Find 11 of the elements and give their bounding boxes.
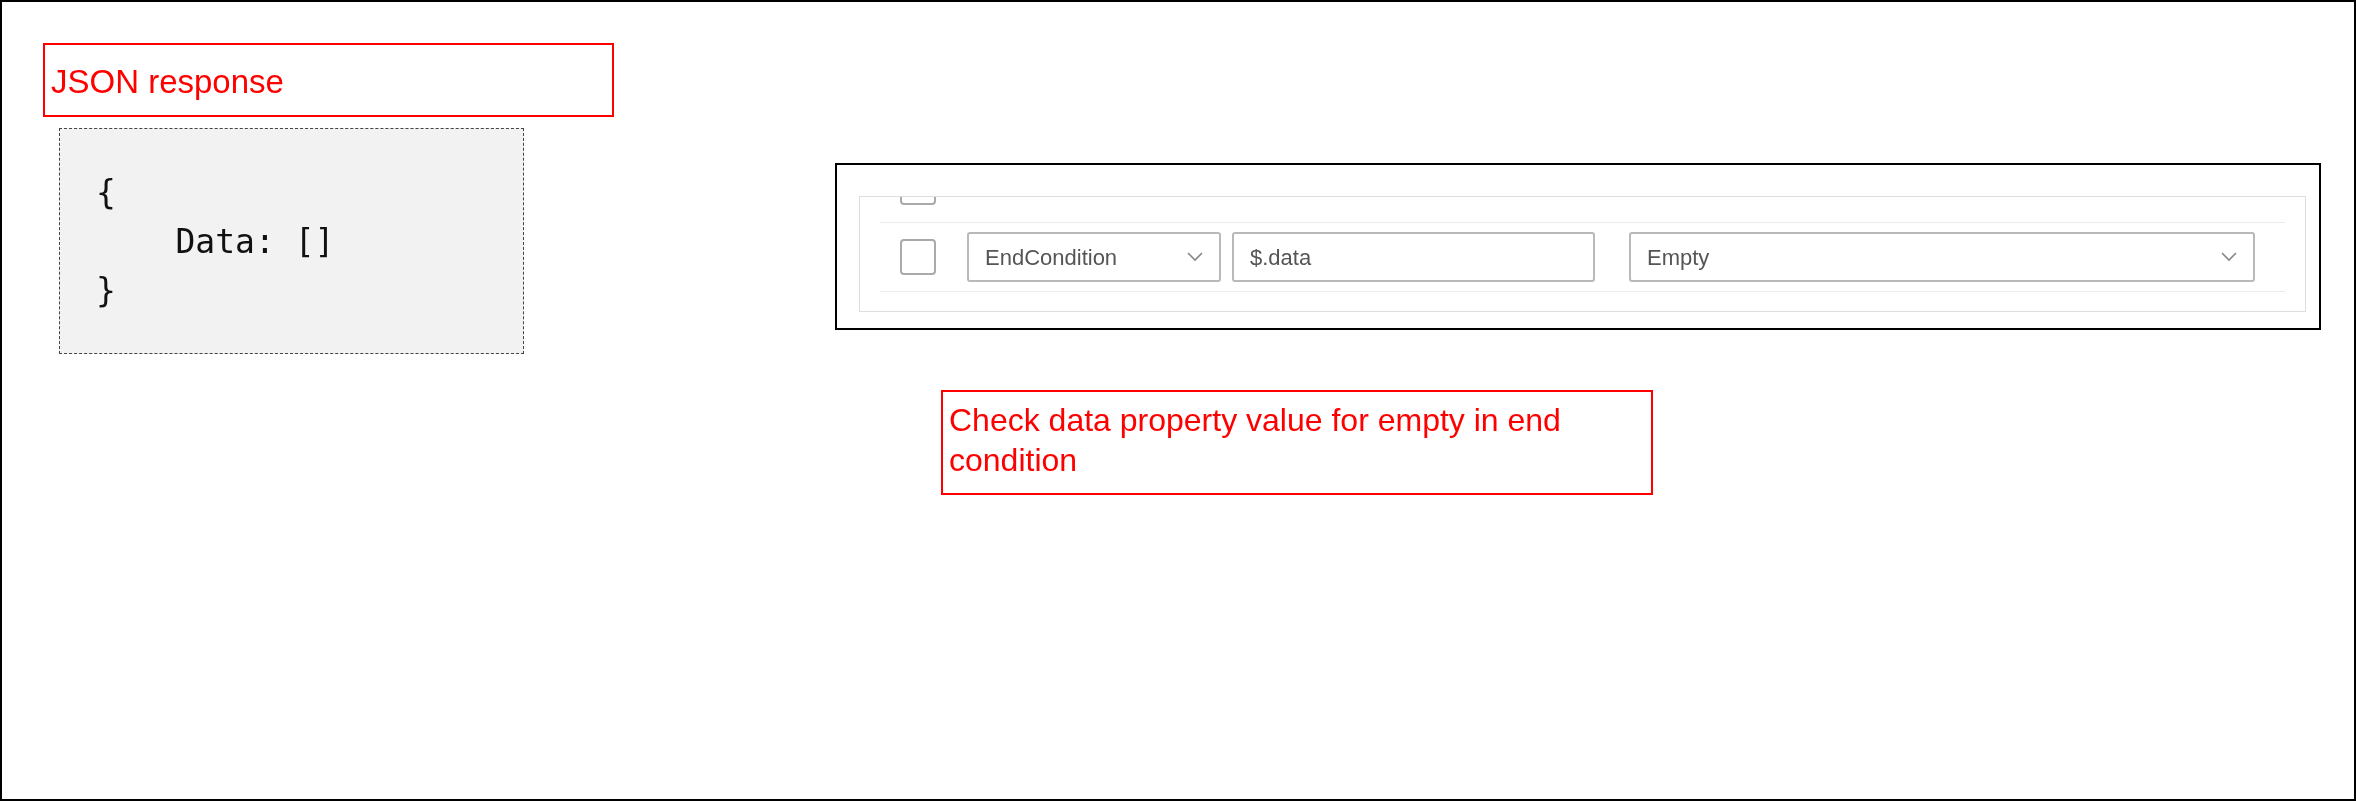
code-line: Data: [] <box>174 220 336 263</box>
path-input-field[interactable]: $.data <box>1232 232 1595 282</box>
code-line: { <box>96 171 117 214</box>
annotation-label: Check data property value for empty in end condition <box>941 390 1653 495</box>
chevron-down-icon <box>1187 252 1203 262</box>
operator-dropdown[interactable]: Empty <box>1629 232 2255 282</box>
field-dropdown[interactable]: EndCondition <box>967 232 1221 282</box>
code-line: } <box>96 269 117 312</box>
checkbox[interactable] <box>900 239 936 275</box>
annotation-label: JSON response <box>43 43 614 117</box>
chevron-down-icon <box>2221 252 2237 262</box>
